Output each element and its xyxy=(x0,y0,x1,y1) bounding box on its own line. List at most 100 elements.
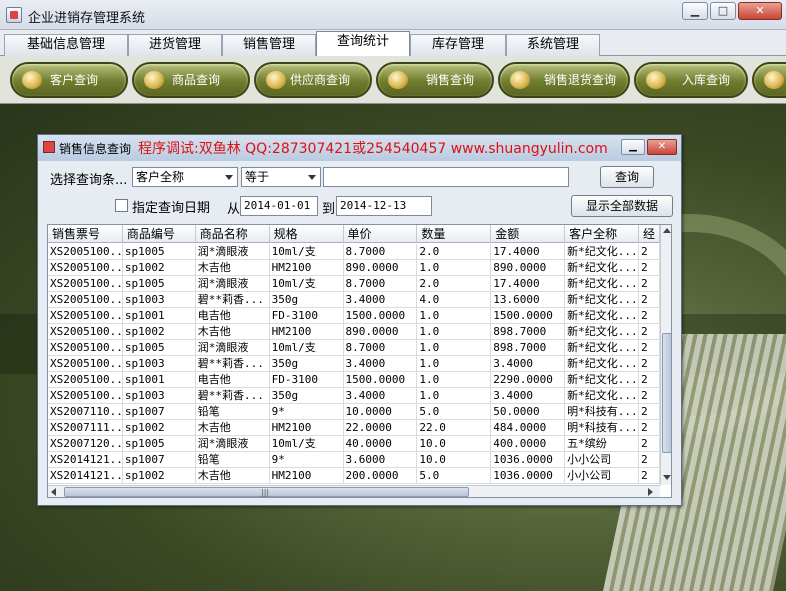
table-cell: 2 xyxy=(639,420,660,435)
table-row[interactable]: XS2014121... sp1007 铅笔 9* 3.6000 10.0 1036.000… xyxy=(48,452,660,468)
scroll-down-icon[interactable] xyxy=(663,475,671,480)
table-cell: XS2005100... xyxy=(50,356,123,371)
scroll-thumb[interactable] xyxy=(662,333,671,453)
to-date-input[interactable]: 2014-12-13 xyxy=(336,196,432,216)
table-row[interactable]: XS2005100... sp1005 润*滴眼液 10ml/支 8.7000 1.0 89… xyxy=(48,340,660,356)
table-cell: HM2100 xyxy=(270,324,344,339)
table-cell: 2 xyxy=(639,324,660,339)
table-cell: 1.0 xyxy=(417,356,492,371)
table-cell: 木吉他 xyxy=(196,324,270,339)
column-header[interactable]: 商品名称 xyxy=(196,225,270,242)
table-cell: 2 xyxy=(639,372,660,387)
column-header[interactable]: 商品编号 xyxy=(123,225,196,242)
supplier-query-button[interactable]: 供应商查询 xyxy=(254,62,372,98)
table-row[interactable]: XS2005100... sp1001 电吉他 FD-3100 1500.0000 1.0… xyxy=(48,372,660,388)
tab-sales[interactable]: 销售管理 xyxy=(222,34,316,56)
table-row[interactable]: XS2007111... sp1002 木吉他 HM2100 22.0000 22.0 48… xyxy=(48,420,660,436)
tab-system[interactable]: 系统管理 xyxy=(506,34,600,56)
table-cell: 17.4000 xyxy=(491,276,566,291)
vertical-scrollbar[interactable] xyxy=(660,225,671,485)
table-cell: 新*纪文化... xyxy=(567,308,639,323)
sales-query-button[interactable]: 销售查询 xyxy=(376,62,494,98)
table-row[interactable]: XS2007120... sp1005 润*滴眼液 10ml/支 40.0000 10.0… xyxy=(48,436,660,452)
table-cell: XS2005100... xyxy=(50,244,123,259)
show-all-button[interactable]: 显示全部数据 xyxy=(571,195,673,217)
table-cell: 新*纪文化... xyxy=(567,356,639,371)
scroll-thumb[interactable]: ||| xyxy=(64,487,469,497)
scroll-left-icon[interactable] xyxy=(51,488,56,496)
supplier-icon xyxy=(266,71,286,89)
scroll-up-icon[interactable] xyxy=(663,228,671,233)
table-cell: 1500.0000 xyxy=(344,372,418,387)
table-cell: 2 xyxy=(639,356,660,371)
table-row[interactable]: XS2005100... sp1001 电吉他 FD-3100 1500.0000 1.0… xyxy=(48,308,660,324)
stock-in-query-button[interactable]: 入库查询 xyxy=(634,62,748,98)
table-row[interactable]: XS2005100... sp1002 木吉他 HM2100 890.0000 1.0 89… xyxy=(48,324,660,340)
table-cell: sp1005 xyxy=(123,244,196,259)
column-header[interactable]: 经 xyxy=(639,225,660,242)
table-cell: 898.7000 xyxy=(491,340,566,355)
table-cell: 10ml/支 xyxy=(270,244,344,259)
table-cell: sp1002 xyxy=(123,324,196,339)
table-cell: 2 xyxy=(639,436,660,451)
column-header[interactable]: 金额 xyxy=(491,225,566,242)
from-date-input[interactable]: 2014-01-01 xyxy=(240,196,318,216)
table-cell: 9* xyxy=(270,404,344,419)
column-header[interactable]: 销售票号 xyxy=(48,225,123,242)
close-button[interactable]: ✕ xyxy=(738,2,782,20)
table-cell: 10.0 xyxy=(417,452,492,467)
table-cell: 2 xyxy=(639,404,660,419)
tab-purchase[interactable]: 进货管理 xyxy=(128,34,222,56)
table-cell: 2 xyxy=(639,308,660,323)
table-row[interactable]: XS2005100... sp1003 碧**莉香... 350g 3.4000 1.0 3… xyxy=(48,388,660,404)
table-cell: 2.0 xyxy=(417,276,492,291)
tab-basic-info[interactable]: 基础信息管理 xyxy=(4,34,128,56)
column-header[interactable]: 数量 xyxy=(417,225,492,242)
field-select[interactable]: 客户全称 xyxy=(132,167,238,187)
condition-label: 选择查询条... xyxy=(50,173,128,188)
table-cell: XS2005100... xyxy=(50,260,123,275)
table-row[interactable]: XS2005100... sp1002 木吉他 HM2100 890.0000 1.0 89… xyxy=(48,260,660,276)
scroll-right-icon[interactable] xyxy=(648,488,653,496)
tab-inventory[interactable]: 库存管理 xyxy=(410,34,506,56)
operator-select[interactable]: 等于 xyxy=(241,167,321,187)
table-cell: 3.6000 xyxy=(344,452,418,467)
sales-return-query-button[interactable]: 销售退货查询 xyxy=(498,62,630,98)
dialog-minimize-button[interactable]: ▁ xyxy=(621,139,645,155)
sales-query-dialog: 销售信息查询 程序调试:双鱼林 QQ:287307421或254540457 w… xyxy=(37,134,682,506)
search-value-input[interactable] xyxy=(323,167,569,187)
more-toolbar-button[interactable] xyxy=(752,62,786,98)
customer-query-button[interactable]: 客户查询 xyxy=(10,62,128,98)
sales-return-icon xyxy=(510,71,530,89)
sales-table: 销售票号 商品编号 商品名称 规格 单价 数量 金额 客户全称 经 XS2005… xyxy=(47,224,672,498)
column-header[interactable]: 单价 xyxy=(344,225,418,242)
table-cell: XS2005100... xyxy=(50,388,123,403)
column-header[interactable]: 客户全称 xyxy=(565,225,639,242)
table-row[interactable]: XS2005100... sp1005 润*滴眼液 10ml/支 8.7000 2.0 17… xyxy=(48,276,660,292)
product-query-button[interactable]: 商品查询 xyxy=(132,62,250,98)
table-cell: 5.0 xyxy=(417,404,492,419)
table-row[interactable]: XS2014121... sp1002 木吉他 HM2100 200.0000 5.0 10… xyxy=(48,468,660,484)
table-cell: HM2100 xyxy=(270,260,344,275)
query-button[interactable]: 查询 xyxy=(600,166,654,188)
dialog-close-button[interactable]: ✕ xyxy=(647,139,677,155)
table-cell: 2 xyxy=(639,292,660,307)
table-row[interactable]: XS2005100... sp1003 碧**莉香... 350g 3.4000 4.0 1… xyxy=(48,292,660,308)
minimize-button[interactable]: ▁ xyxy=(682,2,708,20)
maximize-button[interactable]: □ xyxy=(710,2,736,20)
table-cell: 10.0000 xyxy=(344,404,418,419)
tab-query-stats[interactable]: 查询统计 xyxy=(316,31,410,57)
date-filter-checkbox[interactable] xyxy=(115,199,128,212)
horizontal-scrollbar[interactable]: ||| xyxy=(48,485,660,497)
table-cell: 铅笔 xyxy=(196,404,270,419)
table-cell: 碧**莉香... xyxy=(196,292,270,307)
table-row[interactable]: XS2005100... sp1005 润*滴眼液 10ml/支 8.7000 2.0 17… xyxy=(48,244,660,260)
to-label: 到 xyxy=(322,202,336,217)
table-cell: 2 xyxy=(639,468,660,483)
table-cell: XS2005100... xyxy=(50,324,123,339)
column-header[interactable]: 规格 xyxy=(270,225,344,242)
table-row[interactable]: XS2007110... sp1007 铅笔 9* 10.0000 5.0 50.0000 明… xyxy=(48,404,660,420)
table-cell: sp1005 xyxy=(123,276,196,291)
table-row[interactable]: XS2005100... sp1003 碧**莉香... 350g 3.4000 1.0 3… xyxy=(48,356,660,372)
table-cell: 350g xyxy=(270,356,344,371)
